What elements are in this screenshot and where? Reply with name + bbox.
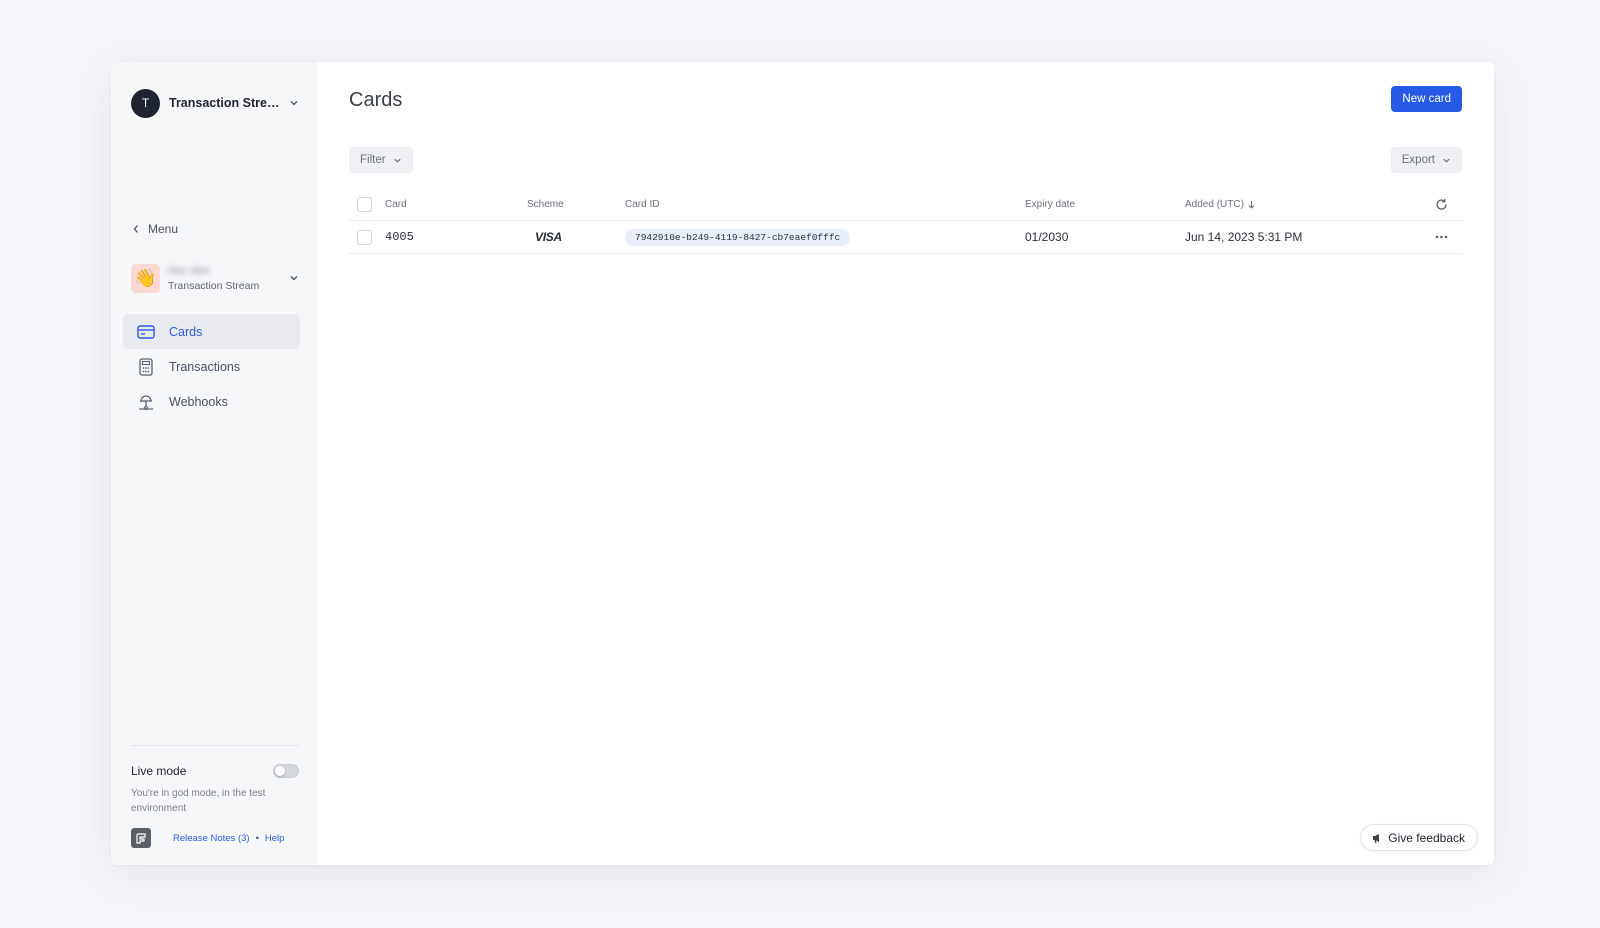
card-icon [137, 323, 155, 341]
footer-links: Release Notes (3) • Help [173, 833, 284, 844]
column-header-added[interactable]: Added (UTC) [1185, 199, 1255, 210]
account-user-name: Our dev [168, 264, 210, 277]
sidebar-item-label: Webhooks [169, 394, 228, 409]
more-options-icon[interactable] [1435, 235, 1448, 239]
arrow-down-icon [1248, 201, 1255, 209]
give-feedback-button[interactable]: Give feedback [1360, 824, 1478, 851]
chevron-down-icon [393, 158, 401, 163]
sidebar-item-label: Cards [169, 324, 203, 339]
sidebar: T Transaction Strea... Menu 👋 Our dev Tr… [111, 62, 317, 865]
row-checkbox[interactable] [357, 229, 372, 245]
give-feedback-label: Give feedback [1388, 830, 1465, 845]
sidebar-item-webhooks[interactable]: Webhooks [123, 384, 300, 419]
sidebar-footer: Live mode You're in god mode, in the tes… [131, 745, 299, 848]
app-logo-icon [131, 828, 151, 848]
chevron-down-icon [290, 276, 298, 281]
back-to-menu-link[interactable]: Menu [132, 222, 178, 236]
export-label: Export [1401, 154, 1435, 166]
cards-table: Card Scheme Card ID Expiry date Added (U… [349, 189, 1462, 254]
release-notes-link[interactable]: Release Notes (3) [173, 833, 250, 844]
live-mode-description: You're in god mode, in the test environm… [131, 788, 266, 814]
filter-button[interactable]: Filter [349, 147, 413, 173]
sidebar-item-label: Transactions [169, 359, 241, 374]
chevron-down-icon [1443, 158, 1450, 163]
live-mode-row: Live mode [131, 764, 299, 778]
live-mode-label: Live mode [131, 764, 187, 778]
new-card-button[interactable]: New card [1391, 86, 1462, 112]
card-id-badge[interactable]: 7942910e-b249-4119-8427-cb7eaef0fffc [625, 228, 851, 246]
added-date: Jun 14, 2023 5:31 PM [1185, 230, 1303, 244]
column-header-added-label: Added (UTC) [1185, 199, 1244, 210]
sidebar-item-cards[interactable]: Cards [123, 314, 300, 349]
calculator-icon [137, 357, 155, 376]
chevron-left-icon [133, 225, 138, 233]
workspace-switcher[interactable]: T Transaction Strea... [131, 88, 301, 118]
footer-links-row: Release Notes (3) • Help [131, 828, 299, 848]
live-mode-toggle[interactable] [273, 764, 299, 778]
megaphone-icon [1373, 833, 1380, 843]
expiry-date: 01/2030 [1025, 230, 1069, 244]
webhook-icon [137, 393, 155, 411]
column-header-expiry[interactable]: Expiry date [1025, 199, 1075, 210]
table-row[interactable]: 4005 VISA 7942910e-b249-4119-8427-cb7eae… [349, 221, 1462, 254]
sidebar-nav: Cards Transactions Webhooks [123, 314, 300, 419]
account-switcher[interactable]: 👋 Our dev Transaction Stream [131, 261, 303, 295]
chevron-down-icon [290, 101, 298, 106]
back-menu-label: Menu [148, 222, 179, 236]
sidebar-item-transactions[interactable]: Transactions [123, 349, 300, 384]
visa-logo-icon: VISA [535, 230, 562, 244]
table-header: Card Scheme Card ID Expiry date Added (U… [349, 189, 1462, 221]
filter-label: Filter [360, 154, 386, 166]
account-subtitle: Transaction Stream [168, 279, 260, 292]
page-title: Cards [349, 89, 403, 111]
waving-hand-icon: 👋 [131, 263, 160, 293]
select-all-checkbox[interactable] [357, 197, 372, 212]
main-content: Cards New card Filter Export Card Scheme… [317, 62, 1494, 865]
column-header-scheme[interactable]: Scheme [527, 199, 564, 210]
column-header-card[interactable]: Card [385, 199, 407, 210]
refresh-icon[interactable] [1435, 198, 1448, 211]
workspace-avatar: T [131, 88, 160, 118]
app-window: T Transaction Strea... Menu 👋 Our dev Tr… [111, 62, 1494, 865]
link-separator: • [255, 832, 259, 844]
card-last4: 4005 [385, 230, 414, 244]
account-text: Our dev Transaction Stream [168, 265, 259, 292]
help-link[interactable]: Help [265, 833, 285, 844]
column-header-card-id[interactable]: Card ID [625, 199, 659, 210]
export-button[interactable]: Export [1390, 147, 1462, 173]
workspace-name: Transaction Strea... [169, 96, 284, 110]
